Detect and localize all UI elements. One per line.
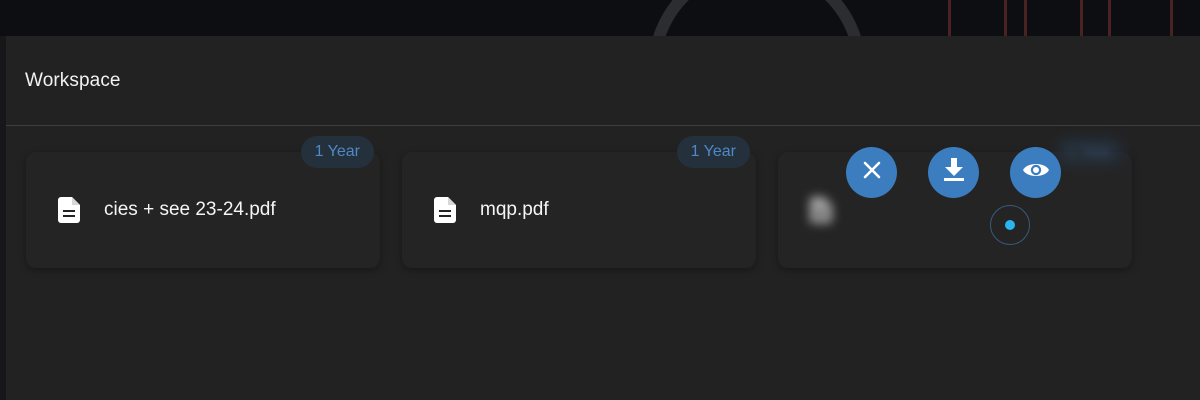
view-button[interactable] xyxy=(1010,147,1061,198)
file-document-icon xyxy=(810,197,832,223)
close-icon xyxy=(862,160,882,185)
status-indicator xyxy=(990,205,1030,245)
download-icon xyxy=(943,158,965,187)
retention-badge: 1 Year xyxy=(676,136,750,168)
retention-badge: 1 Year xyxy=(1052,136,1126,168)
eye-icon xyxy=(1022,160,1050,185)
background-logo xyxy=(648,0,866,36)
file-document-icon xyxy=(434,197,456,223)
panel-title: Workspace xyxy=(25,69,121,91)
file-name[interactable]: mqp.pdf xyxy=(480,199,549,221)
close-button[interactable] xyxy=(846,147,897,198)
background-graphic xyxy=(944,0,1200,36)
file-card[interactable]: 1 Year cies + see 23-24.pdf xyxy=(26,136,380,268)
file-name[interactable]: cies + see 23-24.pdf xyxy=(104,199,276,221)
download-button[interactable] xyxy=(928,147,979,198)
file-document-icon xyxy=(58,197,80,223)
file-card[interactable]: 1 Year mqp.pdf xyxy=(402,136,756,268)
status-dot xyxy=(1005,220,1015,230)
retention-badge: 1 Year xyxy=(300,136,374,168)
panel-header: Workspace xyxy=(6,36,1200,126)
